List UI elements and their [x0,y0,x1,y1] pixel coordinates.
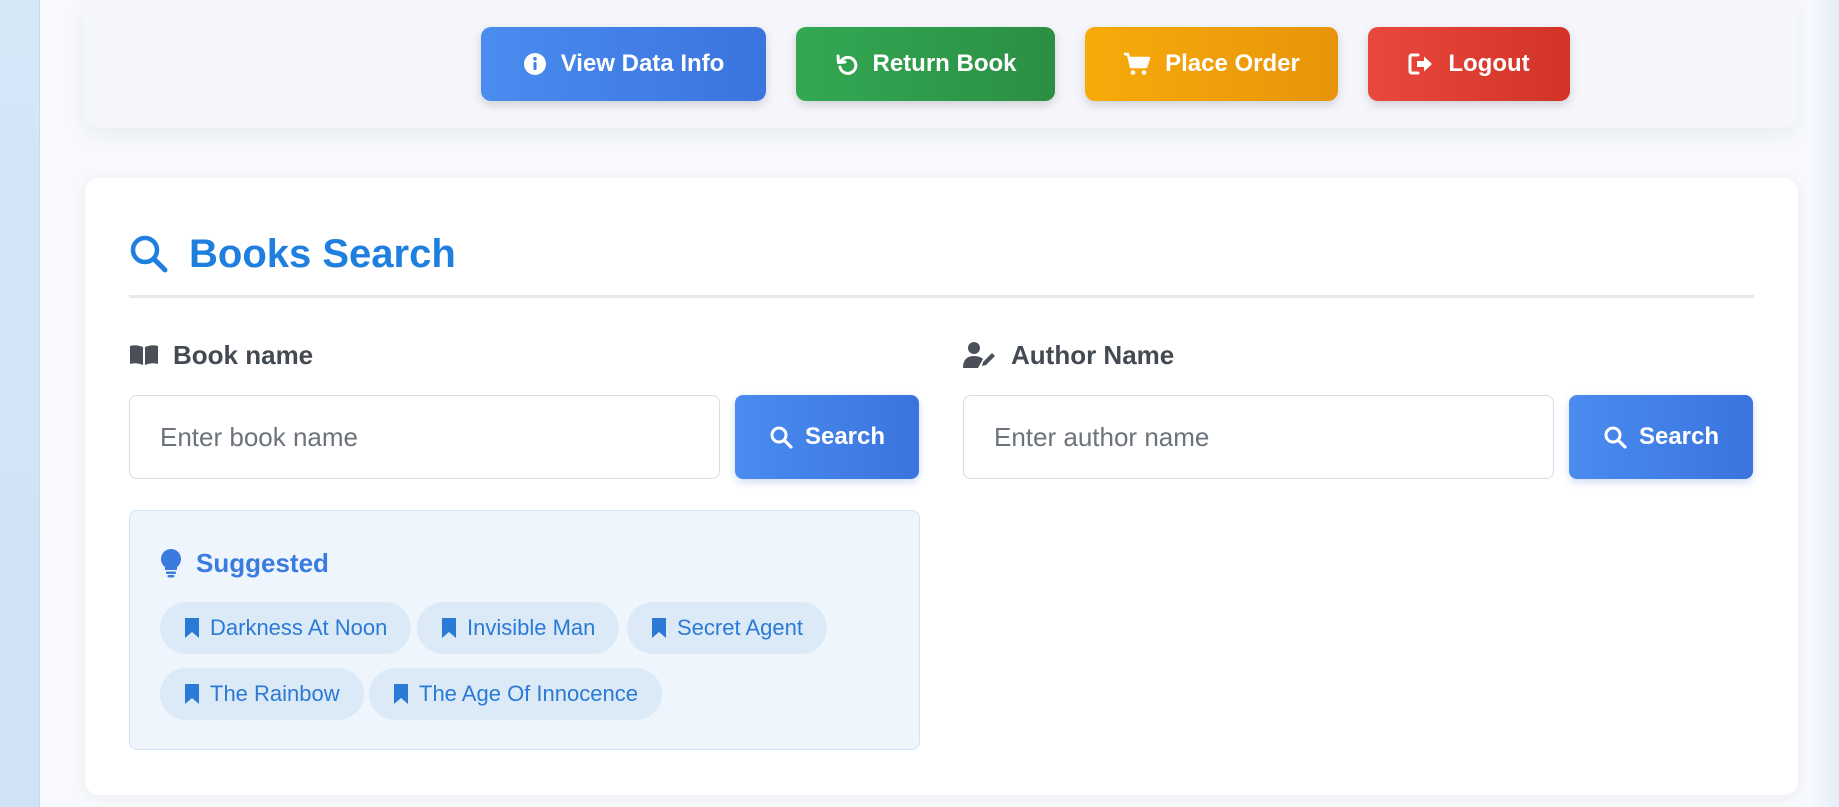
bookmark-icon [651,617,667,639]
place-order-button[interactable]: Place Order [1085,27,1338,101]
book-search-button[interactable]: Search [735,395,919,479]
suggestion-chip-label: Darkness At Noon [210,615,388,640]
title-divider [129,295,1754,298]
sign-out-icon [1408,52,1434,76]
page-title: Books Search [189,231,456,276]
book-search-button-label: Search [804,423,886,450]
undo-icon [835,52,859,76]
view-data-info-button[interactable]: View Data Info [481,27,766,101]
books-search-heading: Books Search [129,226,456,282]
bookmark-icon [393,683,409,705]
suggested-title: Suggested [196,547,329,578]
author-name-label: Author Name [963,337,1174,373]
suggestion-chip[interactable]: The Rainbow [160,668,364,720]
info-circle-icon [523,52,547,76]
logout-label: Logout [1448,50,1530,77]
suggested-heading: Suggested [160,543,329,583]
view-data-info-label: View Data Info [560,50,725,77]
suggestion-chip[interactable]: Darkness At Noon [160,602,412,654]
left-sidebar-edge [0,0,40,807]
user-edit-icon [963,341,997,369]
suggestion-chip[interactable]: Invisible Man [417,602,620,654]
lightbulb-icon [160,548,182,578]
book-name-label: Book name [129,337,313,373]
return-book-label: Return Book [872,50,1017,77]
suggestion-chip-label: Invisible Man [467,615,596,640]
bookmark-icon [441,617,457,639]
author-name-input[interactable] [963,395,1554,479]
bookmark-icon [184,683,200,705]
logout-button[interactable]: Logout [1368,27,1570,101]
search-icon [769,425,793,449]
suggestion-chip-label: Secret Agent [677,615,803,640]
book-name-input[interactable] [129,395,720,479]
books-search-card: Books Search Book name Search Author Nam… [85,178,1798,795]
suggestion-chip-label: The Age Of Innocence [419,681,638,706]
right-page-edge [1809,0,1839,807]
place-order-label: Place Order [1165,50,1300,77]
suggestion-chip[interactable]: The Age Of Innocence [369,668,662,720]
suggested-books-panel: Suggested Darkness At Noon Invisible Man… [129,510,920,750]
bookmark-icon [184,617,200,639]
author-search-button-label: Search [1638,423,1720,450]
action-bar: View Data Info Return Book Place Order L… [84,0,1798,128]
search-icon [129,234,169,274]
open-book-icon [129,343,159,367]
book-name-label-text: Book name [173,339,314,370]
search-icon [1603,425,1627,449]
suggestion-chip[interactable]: Secret Agent [627,602,827,654]
suggestion-chip-label: The Rainbow [210,681,340,706]
author-name-label-text: Author Name [1011,339,1175,370]
cart-icon [1123,52,1151,76]
author-search-button[interactable]: Search [1569,395,1753,479]
return-book-button[interactable]: Return Book [796,27,1055,101]
